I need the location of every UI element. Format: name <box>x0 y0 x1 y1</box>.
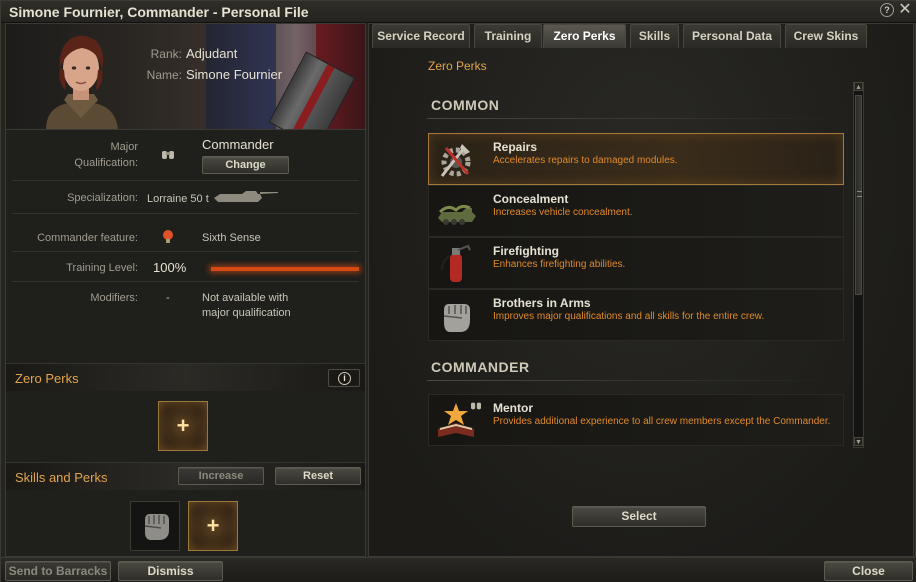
tab-bar: Service Record Training Zero Perks Skill… <box>369 24 915 48</box>
portrait-header: Rank: Adjudant Name: Simone Fournier <box>6 24 365 130</box>
perk-description: Provides additional experience to all cr… <box>493 416 831 427</box>
personal-file-window: Simone Fournier, Commander - Personal Fi… <box>0 0 916 582</box>
major-qualification-value: Commander <box>202 137 274 152</box>
major-label-2: Qualification: <box>74 157 138 169</box>
skills-title: Skills and Perks <box>15 470 108 485</box>
divider <box>12 251 359 252</box>
close-button[interactable]: Close <box>824 561 913 581</box>
tab-service-record[interactable]: Service Record <box>372 24 470 48</box>
binoculars-icon <box>471 402 481 410</box>
help-icon[interactable]: ? <box>880 3 894 17</box>
bottom-bar: Send to Barracks Dismiss Close <box>1 557 916 582</box>
major-label-1: Major <box>110 141 138 153</box>
zero-perks-panel: Service Record Training Zero Perks Skill… <box>368 23 914 557</box>
zero-perks-title: Zero Perks <box>15 371 79 386</box>
tab-training[interactable]: Training <box>474 24 542 48</box>
portrait-avatar <box>46 35 118 129</box>
skill-add-slot[interactable]: + <box>188 501 238 551</box>
zero-perk-add-slot[interactable]: + <box>158 401 208 451</box>
perk-name: Repairs <box>493 140 538 154</box>
modifiers-dash: - <box>166 292 170 304</box>
perk-name: Brothers in Arms <box>493 296 591 310</box>
tab-personal-data[interactable]: Personal Data <box>683 24 781 48</box>
perk-description: Increases vehicle concealment. <box>493 207 633 218</box>
tab-zero-perks[interactable]: Zero Perks <box>543 24 626 48</box>
tab-skills[interactable]: Skills <box>630 24 679 48</box>
perk-description: Enhances firefighting abilities. <box>493 259 626 270</box>
category-divider <box>427 118 843 119</box>
perk-description: Improves major qualifications and all sk… <box>493 311 765 322</box>
perk-brothers-in-arms[interactable]: Brothers in Arms Improves major qualific… <box>428 289 844 341</box>
divider <box>12 213 359 214</box>
modifiers-value-line1: Not available with <box>202 292 289 304</box>
name-label: Name: <box>146 68 182 82</box>
specialization-label: Specialization: <box>67 192 138 204</box>
sixth-sense-bulb-icon <box>163 230 173 243</box>
commander-feature-label: Commander feature: <box>37 232 138 244</box>
crew-member-panel: Rank: Adjudant Name: Simone Fournier Maj… <box>5 23 366 557</box>
dismiss-button[interactable]: Dismiss <box>118 561 223 581</box>
zero-perks-header: Zero Perks i <box>6 363 365 391</box>
brothers-in-arms-icon <box>443 304 470 332</box>
perk-repairs[interactable]: Repairs Accelerates repairs to damaged m… <box>428 133 844 185</box>
training-level-bar <box>211 267 359 271</box>
modifiers-label: Modifiers: <box>90 292 138 304</box>
perk-description: Accelerates repairs to damaged modules. <box>493 155 678 166</box>
fist-icon <box>144 514 169 540</box>
close-icon[interactable]: ✕ <box>898 2 912 18</box>
specialization-value: Lorraine 50 t <box>147 193 209 205</box>
category-commander: COMMANDER <box>431 359 530 375</box>
tab-crew-skins[interactable]: Crew Skins <box>785 24 867 48</box>
change-button[interactable]: Change <box>202 156 289 174</box>
training-level-value: 100% <box>153 260 187 275</box>
category-common: COMMON <box>431 97 500 113</box>
divider <box>12 180 359 181</box>
select-button[interactable]: Select <box>572 506 706 527</box>
title-bar: Simone Fournier, Commander - Personal Fi… <box>1 1 916 23</box>
increase-button[interactable]: Increase <box>178 467 264 485</box>
perk-concealment[interactable]: Concealment Increases vehicle concealmen… <box>428 185 844 237</box>
scroll-up-arrow[interactable]: ▲ <box>854 82 863 91</box>
scroll-grip-icon <box>857 191 862 197</box>
training-level-label: Training Level: <box>66 262 138 274</box>
modifiers-value-line2: major qualification <box>202 307 291 319</box>
info-icon: i <box>338 372 351 385</box>
firefighting-icon <box>441 244 471 282</box>
tank-silhouette-icon <box>214 191 278 202</box>
scroll-down-arrow[interactable]: ▼ <box>854 437 863 446</box>
perk-firefighting[interactable]: Firefighting Enhances firefighting abili… <box>428 237 844 289</box>
rank-label: Rank: <box>150 47 182 61</box>
skill-slot-brothers-in-arms[interactable] <box>130 501 180 551</box>
perk-name: Concealment <box>493 192 569 206</box>
rank-value: Adjudant <box>186 46 238 61</box>
window-title: Simone Fournier, Commander - Personal Fi… <box>9 4 309 20</box>
perk-name: Firefighting <box>493 244 559 258</box>
perk-mentor[interactable]: Mentor Provides additional experience to… <box>428 394 844 446</box>
commander-feature-value: Sixth Sense <box>202 232 261 244</box>
send-to-barracks-button[interactable]: Send to Barracks <box>5 561 111 581</box>
reset-button[interactable]: Reset <box>275 467 361 485</box>
divider <box>12 281 359 282</box>
binoculars-icon <box>162 151 174 159</box>
perk-name: Mentor <box>493 401 533 415</box>
perks-scrollbar[interactable]: ▲ ▼ <box>853 82 864 448</box>
zero-perks-heading: Zero Perks <box>428 59 487 73</box>
category-divider <box>427 380 843 381</box>
concealment-icon <box>438 204 476 225</box>
repairs-icon <box>440 144 471 177</box>
scroll-thumb[interactable] <box>855 95 862 295</box>
info-button[interactable]: i <box>328 369 360 387</box>
name-value: Simone Fournier <box>186 67 283 82</box>
